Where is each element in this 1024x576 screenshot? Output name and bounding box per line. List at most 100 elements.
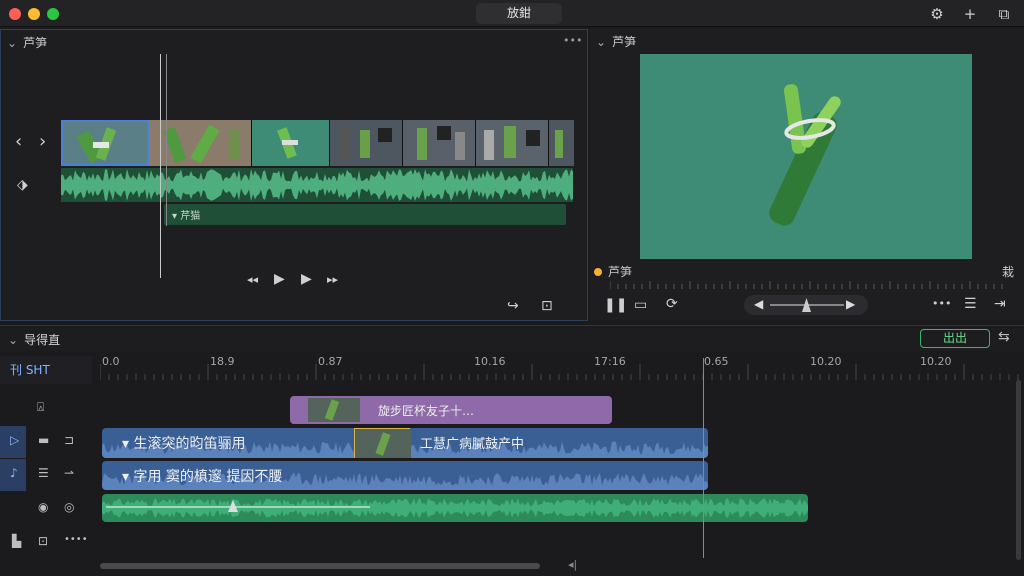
volume-slider[interactable]: ◀ ▶ [744,295,868,315]
timeline-ruler[interactable]: 0.0 18.9 0.87 10.16 17:16 0.65 10.20 10.… [99,352,1024,382]
clapper-icon[interactable]: ▙ [12,534,21,548]
frame-icon[interactable]: ⊡ [38,534,48,548]
rewind-button[interactable]: ◂◂ [247,273,258,286]
filmstrip-frame[interactable] [549,120,574,166]
filmstrip-frame[interactable] [61,120,149,166]
video-icon[interactable]: ▬ [38,433,49,447]
title-bar: 放鉗 ⚙ + ⧉ [0,0,1024,27]
clip-settings-icon[interactable]: ⊡ [541,298,553,314]
browser-menu-button[interactable]: ••• [563,34,582,47]
audio-icon[interactable]: ♪ [10,466,18,480]
browser-skimmer [166,54,167,226]
filmstrip[interactable] [61,120,574,166]
viewer-clip-name: 芦笋 [608,265,633,279]
volume-up-icon[interactable]: ▶ [846,297,855,311]
ruler-label: 10.20 [810,355,842,368]
filmstrip-frame[interactable] [252,120,330,166]
video-clip[interactable]: ▾ 生滚突的昀笛骊用 工慧广病膩鼓产中 [102,428,708,458]
browser-panel: ⌄ 芦笋 ••• ‹ › ⬗ ▾ 芹猫 ◂◂ ▶ ▶ ▸▸ ↪ ⊡ [0,29,588,321]
timeline-title: ⌄ 导得直 [8,333,61,347]
volume-down-icon[interactable]: ◀ [754,297,763,311]
ruler-label: 17:16 [594,355,626,368]
clip-dot-icon [594,268,602,276]
audio-out-icon[interactable]: ⇥ [994,296,1006,312]
filmstrip-frame[interactable] [330,120,403,166]
sliders-icon[interactable]: ⇆ [998,329,1010,345]
ruler-label: 0.0 [102,355,120,368]
export-button[interactable]: 出出 [920,329,990,348]
ruler-label: 0.87 [318,355,343,368]
video-clip-mid-label: 工慧广病膩鼓产中 [420,437,525,452]
zoom-window-button[interactable] [47,8,59,20]
horizontal-scrollbar[interactable] [100,563,540,569]
window-title: 放鉗 [476,3,562,24]
plus-icon[interactable]: + [960,4,980,24]
ruler-label: 10.16 [474,355,506,368]
eye-icon[interactable]: ◉ [38,500,48,514]
arrow-redo-icon[interactable]: ↪ [507,298,519,314]
viewer-header: ⌄ 芦笋 [596,33,636,50]
timeline-header: ⌄ 导得直 出出 ⇆ [0,325,1024,351]
chevron-down-icon[interactable]: ⌄ [7,36,17,50]
browser-title: 芦笋 [23,36,48,50]
chevron-left-icon[interactable]: ‹ [15,131,22,152]
zoom-icon[interactable]: ◂| [568,558,577,571]
ruler-ticks [99,364,1019,380]
browser-playhead[interactable] [160,54,161,278]
filmstrip-frame[interactable] [476,120,549,166]
asparagus-image [640,54,972,259]
viewer-scrubber[interactable] [610,281,1010,289]
audio-clip[interactable]: ▾ 字用 窦的槙邃 提因不腰 [102,461,708,490]
play-icon[interactable]: ▷ [10,433,19,447]
gear-icon[interactable]: ⚙ [927,4,947,24]
filmstrip-frame[interactable] [149,120,252,166]
chevron-right-icon[interactable]: › [39,131,46,152]
timeline-sidebar-label[interactable]: 刊 SHT [0,356,92,384]
viewer-clip-row: 芦笋 栽 [594,263,1020,279]
filmstrip-frame[interactable] [403,120,476,166]
close-window-button[interactable] [9,8,21,20]
more-icon[interactable]: •••• [64,534,88,545]
track-controls-row: ◉ ◎ [0,493,100,525]
aspect-icon[interactable]: ▭ [634,297,647,313]
play-button[interactable]: ▶ [274,271,285,287]
pin-icon[interactable]: ⇀ [64,466,74,480]
vertical-scrollbar[interactable] [1016,380,1021,560]
chevron-down-icon[interactable]: ⌄ [596,35,606,49]
track-controls-row: ▙ ⊡ •••• [0,527,100,559]
track-controls-row: ♪ ☰ ⇀ [0,459,100,491]
viewer-clip-right-label: 栽 [1001,265,1014,279]
link-icon[interactable]: ⊐ [64,433,74,447]
audio-clip-label: ▾ 字用 窦的槙邃 提因不腰 [122,469,283,485]
title-clip-label: 旋步匠杯友子十… [378,404,475,418]
track-controls-row: ▷ ▬ ⊐ [0,426,100,458]
tag-icon[interactable]: ⬗ [17,177,28,193]
minimize-window-button[interactable] [28,8,40,20]
clip-thumbnail [354,428,411,458]
ruler-label: 18.9 [210,355,235,368]
play-forward-button[interactable]: ▶ [301,271,312,287]
title-clip[interactable]: 旋步匠杯友子十… [290,396,612,424]
fast-forward-button[interactable]: ▸▸ [327,273,338,286]
share-icon[interactable]: ⧉ [994,4,1014,24]
loop-icon[interactable]: ⟳ [666,296,678,312]
menu-icon[interactable]: ☰ [38,466,49,480]
more-icon[interactable]: ••• [932,297,951,310]
chevron-down-icon[interactable]: ⌄ [8,333,18,347]
timeline-playhead[interactable] [703,358,704,558]
ruler-label: 10.20 [920,355,952,368]
viewer-panel: ⌄ 芦笋 芦笋 栽 ❚❚ ▭ ⟳ ◀ ▶ ••• ☰ ⇥ [590,29,1024,321]
ruler-label: 0.65 [704,355,729,368]
viewer-image[interactable] [640,54,972,259]
clip-thumbnail [308,398,360,422]
video-clip-label: ▾ 生滚突的昀笛骊用 [122,436,246,452]
browser-clip-bar[interactable]: ▾ 芹猫 [164,204,566,225]
volume-line[interactable] [106,506,370,508]
browser-header: ⌄ 芦笋 [7,34,47,51]
viewer-title: 芦笋 [612,35,637,49]
lock-icon[interactable]: ◎ [64,500,74,514]
browser-audio-waveform [61,168,573,202]
bell-icon[interactable]: ⍓ [37,400,44,415]
adjust-icon[interactable]: ☰ [964,296,977,312]
pause-icon[interactable]: ❚❚ [604,297,627,313]
